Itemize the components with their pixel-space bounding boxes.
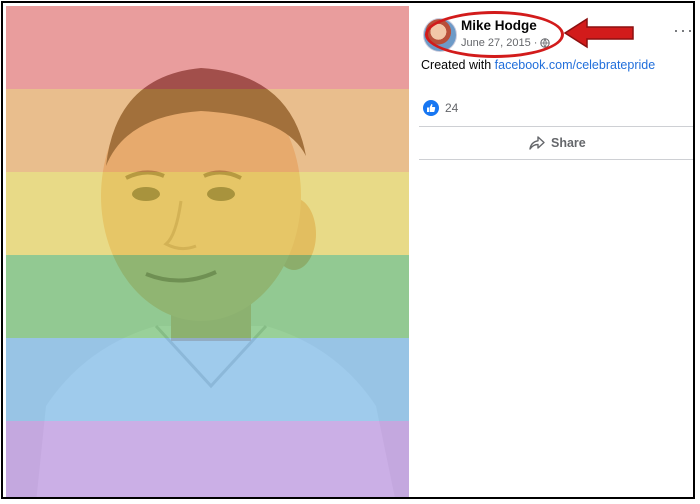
red-annotation-arrow bbox=[563, 17, 634, 49]
divider-top bbox=[419, 126, 693, 127]
rainbow-band-orange bbox=[6, 89, 409, 172]
divider-bottom bbox=[419, 159, 693, 160]
post-details-panel: Mike Hodge June 27, 2015 · ··· Created w… bbox=[411, 6, 693, 497]
rainbow-band-green bbox=[6, 255, 409, 338]
share-button[interactable]: Share bbox=[529, 136, 586, 150]
like-icon bbox=[423, 100, 439, 116]
share-label: Share bbox=[551, 136, 586, 150]
screenshot-frame: Mike Hodge June 27, 2015 · ··· Created w… bbox=[1, 1, 695, 499]
share-icon bbox=[529, 136, 545, 150]
post-caption: Created with facebook.com/celebratepride bbox=[421, 58, 655, 72]
rainbow-band-blue bbox=[6, 338, 409, 421]
reactions-summary[interactable]: 24 bbox=[423, 100, 458, 116]
reaction-count: 24 bbox=[445, 101, 459, 115]
rainbow-band-purple bbox=[6, 421, 409, 497]
red-annotation-oval bbox=[425, 11, 564, 58]
celebrate-pride-link[interactable]: facebook.com/celebratepride bbox=[495, 58, 656, 72]
profile-photo-rainbow-filter[interactable] bbox=[6, 6, 409, 497]
more-options-icon[interactable]: ··· bbox=[673, 21, 693, 39]
rainbow-band-yellow bbox=[6, 172, 409, 255]
rainbow-band-red bbox=[6, 6, 409, 89]
caption-text: Created with bbox=[421, 58, 495, 72]
